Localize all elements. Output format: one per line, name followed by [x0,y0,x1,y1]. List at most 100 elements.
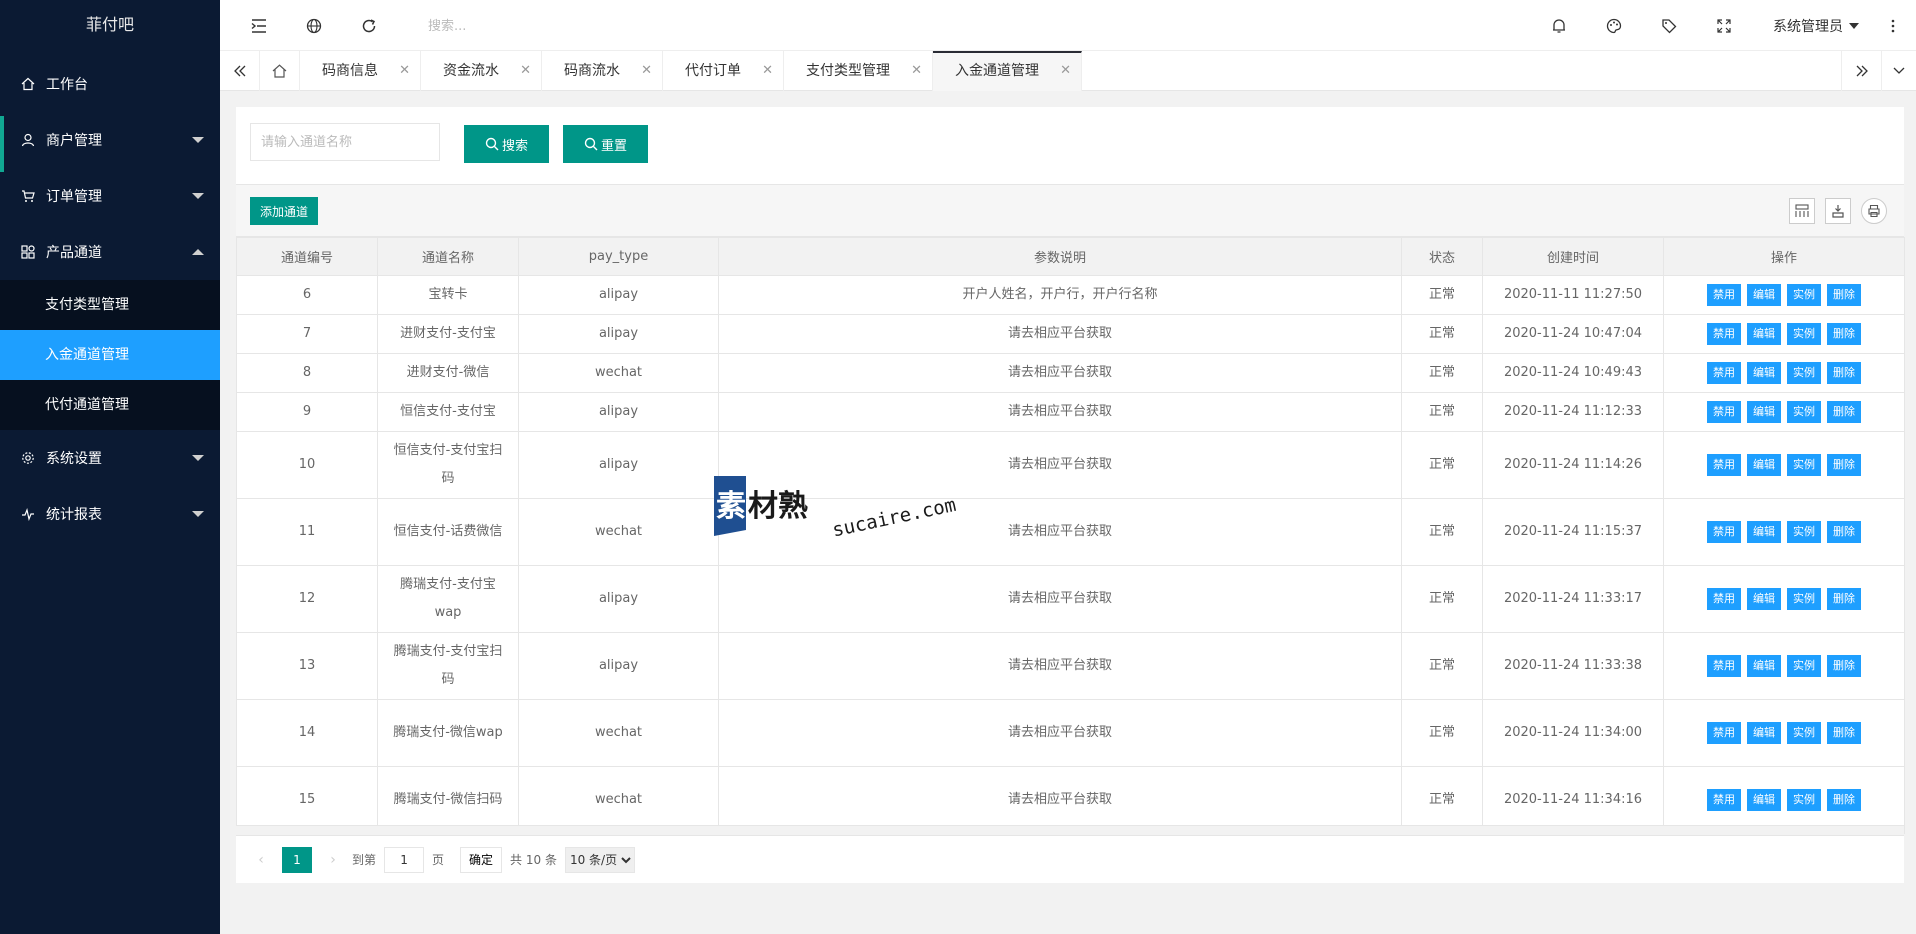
example-button[interactable]: 实例 [1787,655,1821,677]
edit-button[interactable]: 编辑 [1747,362,1781,384]
search-button[interactable]: 搜索 [464,125,549,163]
disable-button[interactable]: 禁用 [1707,401,1741,423]
delete-button[interactable]: 删除 [1827,722,1861,744]
column-header[interactable]: 通道名称 [377,237,519,276]
tab-deposit-channel[interactable]: 入金通道管理 ✕ [933,51,1082,91]
edit-button[interactable]: 编辑 [1747,722,1781,744]
edit-button[interactable]: 编辑 [1747,454,1781,476]
disable-button[interactable]: 禁用 [1707,362,1741,384]
palette-icon[interactable] [1605,17,1623,35]
example-button[interactable]: 实例 [1787,588,1821,610]
example-button[interactable]: 实例 [1787,521,1821,543]
table-toolbar: 添加通道 [236,184,1904,237]
close-icon[interactable]: ✕ [520,51,531,91]
disable-button[interactable]: 禁用 [1707,722,1741,744]
sidebar-item-product-channel[interactable]: 产品通道 [0,224,220,280]
delete-button[interactable]: 删除 [1827,588,1861,610]
more-vertical-icon[interactable] [1884,17,1902,35]
example-button[interactable]: 实例 [1787,284,1821,306]
column-header[interactable]: 创建时间 [1482,237,1664,276]
column-header[interactable]: 操作 [1663,237,1905,276]
delete-button[interactable]: 删除 [1827,284,1861,306]
page-unit-label: 页 [432,853,445,867]
prev-page-icon[interactable]: ‹ [250,852,272,868]
fullscreen-icon[interactable] [1715,17,1733,35]
tabs-menu-chevron-icon[interactable] [1881,51,1916,91]
disable-button[interactable]: 禁用 [1707,655,1741,677]
channel-name-input[interactable] [250,123,440,161]
close-icon[interactable]: ✕ [911,51,922,91]
refresh-icon[interactable] [360,17,378,35]
edit-button[interactable]: 编辑 [1747,323,1781,345]
sidebar-subitem-deposit-channel[interactable]: 入金通道管理 [0,330,220,380]
example-button[interactable]: 实例 [1787,323,1821,345]
sidebar-item-merchant[interactable]: 商户管理 [0,112,220,172]
delete-button[interactable]: 删除 [1827,521,1861,543]
column-header[interactable]: pay_type [518,237,719,276]
edit-button[interactable]: 编辑 [1747,789,1781,811]
delete-button[interactable]: 删除 [1827,789,1861,811]
disable-button[interactable]: 禁用 [1707,454,1741,476]
tabs-scroll-left-icon[interactable] [220,51,260,91]
example-button[interactable]: 实例 [1787,454,1821,476]
menu-fold-icon[interactable] [250,17,268,35]
delete-button[interactable]: 删除 [1827,655,1861,677]
header-search-input[interactable] [428,15,728,37]
sidebar-subitem-pay-type[interactable]: 支付类型管理 [0,280,220,330]
tab-payout-orders[interactable]: 代付订单 ✕ [663,51,784,91]
edit-button[interactable]: 编辑 [1747,655,1781,677]
close-icon[interactable]: ✕ [399,51,410,91]
bell-icon[interactable] [1550,17,1568,35]
cell-status: 正常 [1401,766,1483,834]
sidebar-item-workbench[interactable]: 工作台 [0,56,220,112]
page-size-select[interactable]: 10 条/页 [564,846,635,873]
goto-confirm-button[interactable]: 确定 [460,846,503,873]
column-header[interactable]: 参数说明 [718,237,1402,276]
close-icon[interactable]: ✕ [762,51,773,91]
edit-button[interactable]: 编辑 [1747,401,1781,423]
disable-button[interactable]: 禁用 [1707,588,1741,610]
tab-fund-flow[interactable]: 资金流水 ✕ [421,51,542,91]
tab-merchant-info[interactable]: 码商信息 ✕ [300,51,421,91]
edit-button[interactable]: 编辑 [1747,588,1781,610]
add-channel-button[interactable]: 添加通道 [250,197,319,225]
delete-button[interactable]: 删除 [1827,454,1861,476]
delete-button[interactable]: 删除 [1827,401,1861,423]
example-button[interactable]: 实例 [1787,722,1821,744]
reset-button[interactable]: 重置 [563,125,648,163]
example-button[interactable]: 实例 [1787,401,1821,423]
user-menu[interactable]: 系统管理员 [1773,16,1859,36]
page-current[interactable]: 1 [282,846,312,873]
tab-home-icon[interactable] [260,51,300,91]
sidebar-subitem-payout-channel[interactable]: 代付通道管理 [0,380,220,430]
cell-actions: 禁用 编辑 实例 删除 [1663,431,1905,499]
example-button[interactable]: 实例 [1787,362,1821,384]
example-button[interactable]: 实例 [1787,789,1821,811]
export-icon[interactable] [1825,198,1851,224]
tab-merchant-flow[interactable]: 码商流水 ✕ [542,51,663,91]
sidebar-item-reports[interactable]: 统计报表 [0,486,220,542]
disable-button[interactable]: 禁用 [1707,789,1741,811]
column-header[interactable]: 通道编号 [236,237,378,276]
close-icon[interactable]: ✕ [641,51,652,91]
column-header[interactable]: 状态 [1401,237,1483,276]
sidebar-item-settings[interactable]: 系统设置 [0,430,220,486]
tabs-scroll-right-icon[interactable] [1841,51,1881,91]
delete-button[interactable]: 删除 [1827,362,1861,384]
sidebar-item-orders[interactable]: 订单管理 [0,168,220,224]
goto-page-input[interactable] [384,846,425,873]
table-scroll-remainder [236,825,1904,835]
delete-button[interactable]: 删除 [1827,323,1861,345]
disable-button[interactable]: 禁用 [1707,323,1741,345]
disable-button[interactable]: 禁用 [1707,521,1741,543]
edit-button[interactable]: 编辑 [1747,284,1781,306]
print-icon[interactable] [1861,198,1887,224]
tab-pay-type[interactable]: 支付类型管理 ✕ [784,51,933,91]
close-icon[interactable]: ✕ [1060,53,1071,89]
disable-button[interactable]: 禁用 [1707,284,1741,306]
globe-icon[interactable] [305,17,323,35]
edit-button[interactable]: 编辑 [1747,521,1781,543]
columns-filter-icon[interactable] [1789,198,1815,224]
next-page-icon[interactable]: › [322,852,344,868]
tag-icon[interactable] [1660,17,1678,35]
